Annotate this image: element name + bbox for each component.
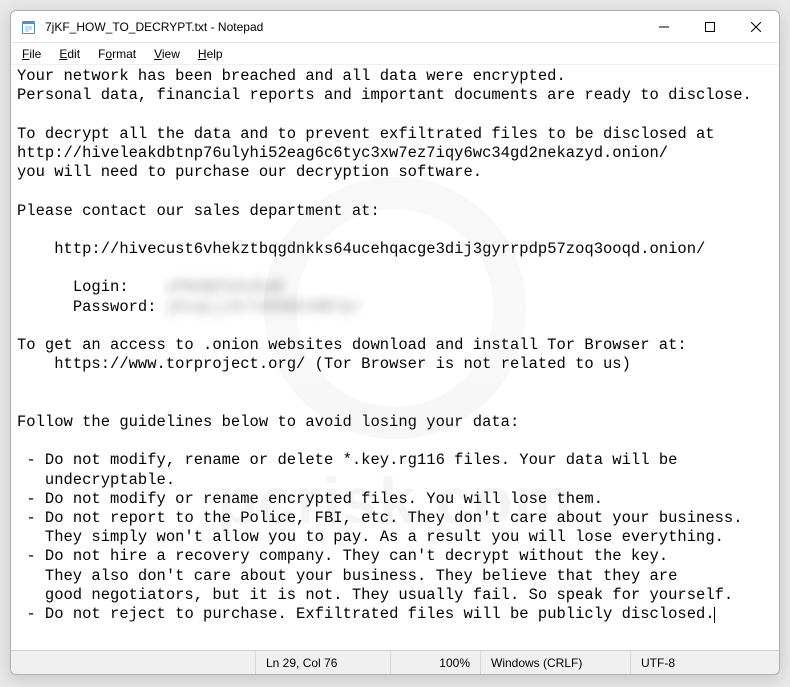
close-button[interactable]: [733, 11, 779, 42]
menu-help[interactable]: Help: [189, 45, 232, 63]
maximize-button[interactable]: [687, 11, 733, 42]
status-zoom: 100%: [391, 651, 481, 674]
menubar: File Edit Format View Help: [11, 43, 779, 65]
menu-edit[interactable]: Edit: [50, 45, 89, 63]
menu-file[interactable]: File: [13, 45, 50, 63]
status-empty: [11, 651, 256, 674]
window-controls: [641, 11, 779, 42]
minimize-button[interactable]: [641, 11, 687, 42]
text-caret: [714, 607, 715, 623]
notepad-icon: [21, 19, 37, 35]
status-line-ending: Windows (CRLF): [481, 651, 631, 674]
password-redacted: jKzqLjJk7vR68En8B7pr: [166, 298, 362, 317]
status-cursor-position: Ln 29, Col 76: [256, 651, 391, 674]
login-redacted: xPNdQFbAvEwB: [166, 278, 284, 297]
text-area[interactable]: pcrisk.com Your network has been breache…: [11, 65, 779, 650]
window-title: 7jKF_HOW_TO_DECRYPT.txt - Notepad: [45, 20, 641, 34]
menu-view[interactable]: View: [145, 45, 189, 63]
status-encoding: UTF-8: [631, 651, 779, 674]
notepad-window: 7jKF_HOW_TO_DECRYPT.txt - Notepad File E…: [10, 10, 780, 675]
statusbar: Ln 29, Col 76 100% Windows (CRLF) UTF-8: [11, 650, 779, 674]
document-text: Your network has been breached and all d…: [17, 67, 773, 624]
titlebar[interactable]: 7jKF_HOW_TO_DECRYPT.txt - Notepad: [11, 11, 779, 43]
menu-format[interactable]: Format: [89, 45, 145, 63]
